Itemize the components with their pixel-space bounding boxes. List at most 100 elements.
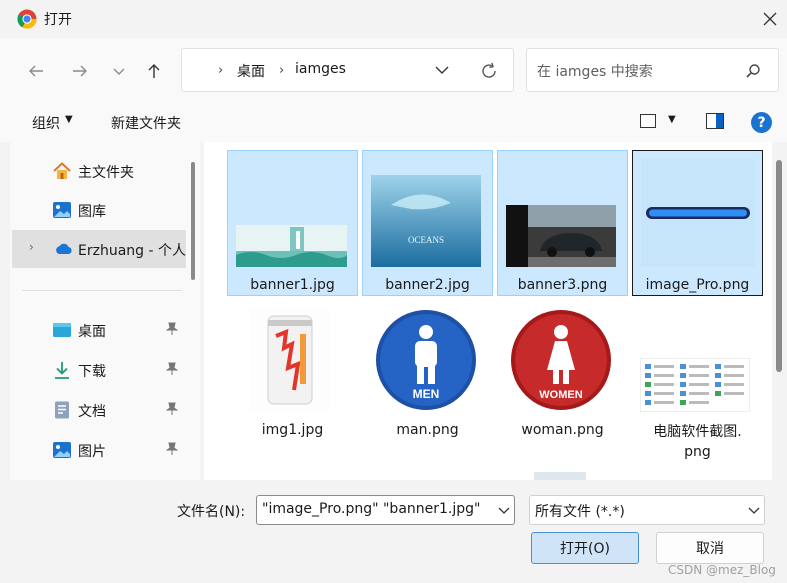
- nav-item-desktop[interactable]: 桌面: [10, 311, 182, 349]
- file-type-value: 所有文件 (*.*): [535, 504, 625, 520]
- nav-pane-scrollbar[interactable]: [191, 162, 195, 280]
- desktop-icon: [53, 323, 71, 337]
- file-name: banner2.jpg: [385, 277, 470, 293]
- close-icon: [763, 12, 776, 26]
- open-button[interactable]: 打开(O): [531, 532, 639, 564]
- recent-locations-button[interactable]: [106, 58, 132, 84]
- nav-item-onedrive[interactable]: › Erzhuang - 个人: [12, 230, 186, 268]
- file-thumbnail: OCEANS: [371, 175, 481, 267]
- file-item-banner2[interactable]: OCEANS banner2.jpg: [362, 150, 493, 296]
- file-name-line1: 电脑软件截图.: [653, 424, 742, 440]
- preview-pane-icon[interactable]: [706, 113, 724, 129]
- file-name: man.png: [396, 422, 459, 438]
- filename-value[interactable]: "image_Pro.png" "banner1.jpg": [262, 501, 480, 517]
- caret-down-icon: ▼: [65, 114, 73, 125]
- thumbnail-text: WOMEN: [539, 389, 582, 401]
- file-name: img1.jpg: [261, 422, 324, 438]
- forward-arrow-icon: [73, 65, 87, 77]
- address-bar[interactable]: › 桌面 › iamges: [181, 48, 514, 92]
- file-name: banner3.png: [517, 277, 608, 293]
- up-button[interactable]: [141, 58, 167, 84]
- view-mode-icon[interactable]: [640, 114, 656, 128]
- pin-icon[interactable]: [166, 442, 178, 456]
- file-thumbnail: [236, 225, 347, 267]
- nav-item-gallery[interactable]: 图库: [10, 191, 182, 229]
- nav-item-documents[interactable]: 文档: [10, 391, 182, 429]
- chevron-down-icon: [113, 68, 125, 75]
- caret-down-icon[interactable]: ▼: [668, 114, 676, 125]
- nav-item-pictures[interactable]: 图片: [10, 431, 182, 469]
- new-folder-button[interactable]: 新建文件夹: [111, 113, 181, 133]
- file-type-select[interactable]: 所有文件 (*.*): [529, 495, 765, 525]
- forward-button[interactable]: [67, 58, 93, 84]
- navigation-pane: 主文件夹 图库 › Erzhuang - 个人 桌面 下载 文档 图片: [10, 142, 200, 480]
- refresh-icon[interactable]: [479, 61, 499, 81]
- file-name-line2: png: [684, 444, 711, 460]
- file-thumbnail: WOMEN: [511, 310, 611, 410]
- search-box[interactable]: 在 iamges 中搜索: [526, 48, 779, 92]
- file-item-woman[interactable]: WOMEN woman.png: [497, 302, 628, 448]
- nav-divider: [22, 290, 182, 291]
- file-item-banner1[interactable]: banner1.jpg: [227, 150, 358, 296]
- nav-item-home[interactable]: 主文件夹: [10, 152, 182, 190]
- back-arrow-icon: [29, 65, 43, 77]
- left-strip: [0, 142, 10, 480]
- file-list: banner1.jpg OCEANS banner2.jpg banner3.p: [204, 142, 772, 480]
- download-icon: [55, 362, 69, 379]
- file-thumbnail: MEN: [376, 310, 476, 410]
- cancel-button[interactable]: 取消: [656, 532, 764, 564]
- breadcrumb-iamges[interactable]: iamges: [295, 61, 346, 77]
- file-item-img1[interactable]: img1.jpg: [227, 302, 358, 448]
- chevron-right-icon[interactable]: ›: [29, 240, 34, 254]
- open-file-dialog: 打开 › 桌面 › iamges 在 iamges 中搜索 组织 ▼ 新建文件夹…: [0, 0, 787, 583]
- bottom-panel: 文件名(N): "image_Pro.png" "banner1.jpg" 所有…: [0, 480, 787, 583]
- chevron-down-icon: [748, 507, 760, 514]
- document-icon: [55, 401, 69, 419]
- file-thumbnail: [506, 205, 616, 267]
- chevron-down-icon[interactable]: [434, 62, 450, 78]
- nav-item-label: 主文件夹: [78, 165, 134, 181]
- chrome-icon: [17, 9, 37, 29]
- file-item-screenshot[interactable]: 电脑软件截图. png: [632, 302, 763, 460]
- navigation-bar: › 桌面 › iamges 在 iamges 中搜索: [0, 38, 787, 102]
- nav-item-label: Erzhuang - 个人: [78, 243, 186, 259]
- chevron-down-icon[interactable]: [498, 504, 510, 516]
- close-button[interactable]: [752, 0, 787, 38]
- file-item-image-pro[interactable]: image_Pro.png: [632, 150, 763, 296]
- filename-label: 文件名(N):: [177, 504, 246, 520]
- home-icon: [53, 162, 71, 179]
- file-thumbnail: [250, 308, 330, 412]
- search-input[interactable]: 在 iamges 中搜索: [537, 61, 653, 81]
- title-bar: 打开: [0, 0, 787, 38]
- organize-menu[interactable]: 组织: [32, 113, 60, 133]
- file-name: banner1.jpg: [250, 277, 335, 293]
- file-item-banner3[interactable]: banner3.png: [497, 150, 628, 296]
- command-bar: 组织 ▼ 新建文件夹 ▼ ?: [0, 102, 787, 142]
- pin-icon[interactable]: [166, 362, 178, 376]
- chevron-right-icon: ›: [218, 63, 224, 78]
- breadcrumb-desktop[interactable]: 桌面: [237, 61, 265, 81]
- partial-thumbnail: [534, 472, 586, 480]
- search-icon: [746, 64, 760, 78]
- up-arrow-icon: [148, 64, 160, 78]
- pin-icon[interactable]: [166, 402, 178, 416]
- watermark: CSDN @mez_Blog: [668, 563, 776, 577]
- file-thumbnail: [640, 358, 750, 412]
- file-item-man[interactable]: MEN man.png: [362, 302, 493, 448]
- filename-field[interactable]: "image_Pro.png" "banner1.jpg": [256, 495, 515, 525]
- gallery-icon: [53, 202, 71, 218]
- thumbnail-text: MEN: [413, 387, 440, 401]
- file-thumbnail: [641, 159, 755, 267]
- file-list-scrollbar[interactable]: [776, 160, 782, 372]
- back-button[interactable]: [23, 58, 49, 84]
- window-title: 打开: [44, 12, 72, 28]
- pictures-icon: [53, 442, 71, 458]
- thumbnail-text: OCEANS: [408, 235, 444, 245]
- nav-item-downloads[interactable]: 下载: [10, 351, 182, 389]
- pin-icon[interactable]: [166, 322, 178, 336]
- nav-item-label: 图库: [78, 204, 106, 220]
- onedrive-cloud-icon: [56, 243, 72, 254]
- file-name: woman.png: [521, 422, 604, 438]
- file-name: image_Pro.png: [645, 277, 750, 293]
- help-icon[interactable]: ?: [751, 112, 772, 133]
